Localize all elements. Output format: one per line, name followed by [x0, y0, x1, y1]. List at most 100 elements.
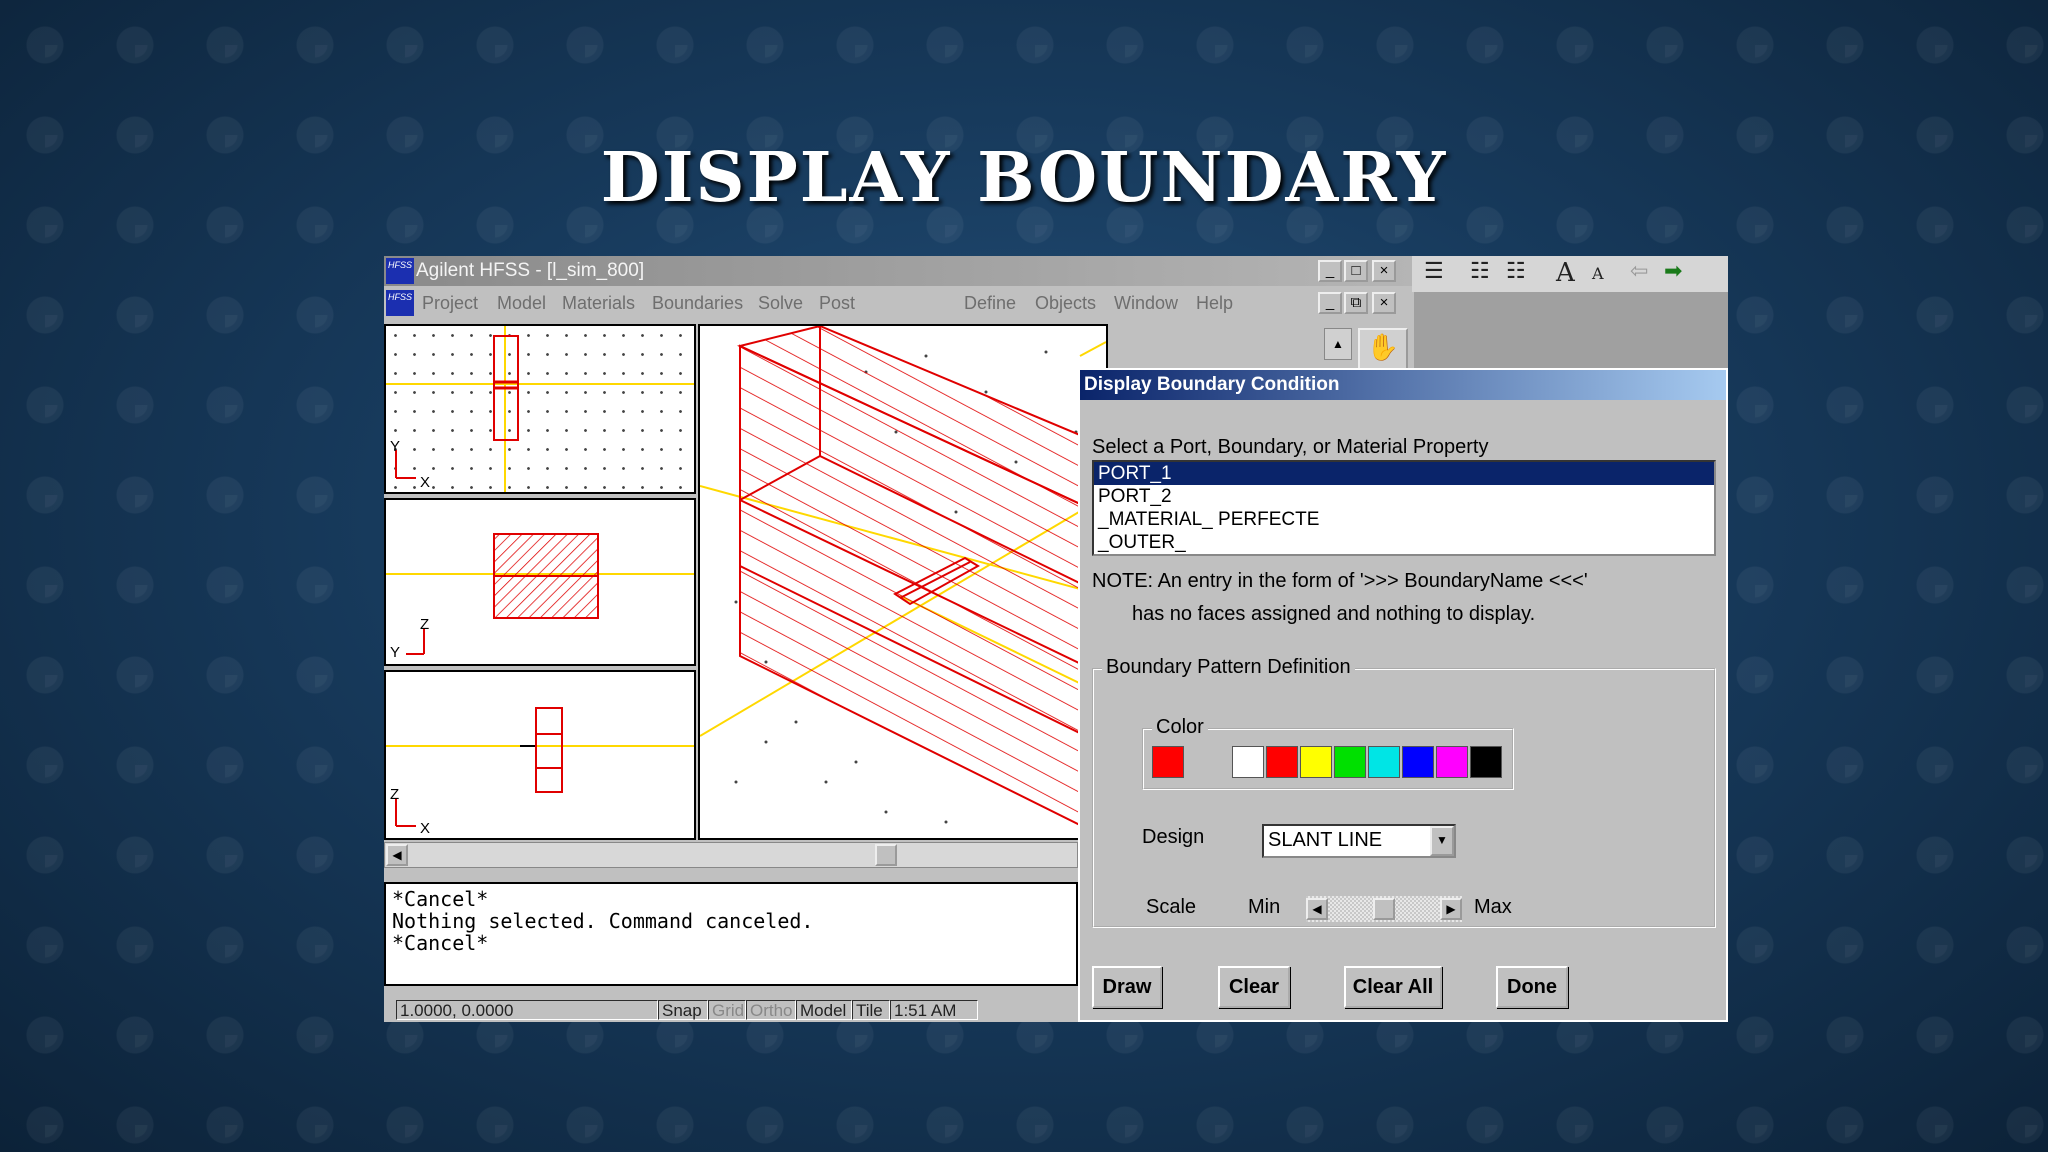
front-view-drawing [386, 707, 694, 827]
palette-green-swatch[interactable] [1334, 746, 1366, 778]
chevron-down-icon[interactable]: ▼ [1430, 826, 1454, 856]
scale-label: Scale [1146, 896, 1197, 918]
status-ortho[interactable]: Ortho [746, 1000, 796, 1020]
doc-restore-button[interactable]: ⧉ [1344, 292, 1368, 314]
formatting-toolbar: ☰ ☷ ☷ A A ⇦ ➡ [1412, 256, 1728, 292]
dialog-title: Display Boundary Condition [1080, 370, 1726, 400]
side-view-drawing [386, 533, 694, 655]
status-model[interactable]: Model [796, 1000, 852, 1020]
scroll-left-icon[interactable]: ◀ [386, 844, 408, 866]
status-snap[interactable]: Snap [658, 1000, 708, 1020]
design-value: SLANT LINE [1268, 829, 1383, 851]
status-bar: 1.0000, 0.0000 Snap Grid Ortho Model Til… [384, 998, 1078, 1022]
palette-yellow-swatch[interactable] [1300, 746, 1332, 778]
draw-button[interactable]: Draw [1092, 966, 1162, 1008]
design-label: Design [1142, 826, 1205, 848]
font-grow-icon[interactable]: A [1556, 258, 1575, 288]
axis-label-x: X [420, 474, 431, 491]
bullet-list-icon[interactable]: ☷ [1506, 258, 1526, 284]
clear-button[interactable]: Clear [1218, 966, 1290, 1008]
palette-black-swatch[interactable] [1470, 746, 1502, 778]
axis-label-y: Y [390, 644, 401, 661]
window-title: Agilent HFSS - [l_sim_800] [416, 260, 645, 281]
menu-project[interactable]: Project [422, 293, 478, 314]
window-titlebar: HFSS Agilent HFSS - [l_sim_800] _ □ × [384, 256, 1412, 286]
doc-close-button[interactable]: × [1372, 292, 1396, 314]
scale-left-icon[interactable]: ◀ [1306, 898, 1328, 920]
top-view-panel[interactable]: Y X [384, 324, 696, 494]
color-label: Color [1152, 716, 1208, 739]
side-view-panel[interactable]: Z Y [384, 498, 696, 666]
hfss-screenshot: HFSS Agilent HFSS - [l_sim_800] _ □ × HF… [384, 256, 1728, 1022]
menu-bar: HFSS Project Model Materials Boundaries … [384, 286, 1412, 320]
boundary-pattern-label: Boundary Pattern Definition [1102, 656, 1355, 679]
list-item-port-1[interactable]: PORT_1 [1094, 462, 1714, 485]
scroll-thumb[interactable] [875, 844, 897, 866]
menu-post[interactable]: Post [819, 293, 855, 314]
menu-boundaries[interactable]: Boundaries [652, 293, 743, 314]
status-coordinates: 1.0000, 0.0000 [396, 1000, 658, 1020]
hand-pan-icon[interactable]: ✋ [1358, 328, 1408, 370]
menu-help[interactable]: Help [1196, 293, 1233, 314]
axis-label-x: X [420, 820, 431, 837]
document-icon[interactable]: HFSS [386, 290, 414, 316]
status-time: 1:51 AM [890, 1000, 978, 1020]
palette-magenta-swatch[interactable] [1436, 746, 1468, 778]
menu-model[interactable]: Model [497, 293, 546, 314]
list-item-outer[interactable]: _OUTER_ [1094, 531, 1714, 554]
console-line: Nothing selected. Command canceled. [392, 909, 814, 933]
3d-view-panel[interactable] [698, 324, 1108, 840]
menu-materials[interactable]: Materials [562, 293, 635, 314]
console-line: *Cancel* [392, 887, 489, 911]
note-line-2: has no faces assigned and nothing to dis… [1132, 603, 1536, 625]
boundary-listbox[interactable]: PORT_1 PORT_2 _MATERIAL_ PERFECTE _OUTER… [1092, 460, 1716, 556]
font-shrink-icon[interactable]: A [1592, 264, 1604, 283]
top-view-drawing [386, 326, 694, 492]
hfss-app-icon: HFSS [386, 258, 414, 284]
display-boundary-dialog: Display Boundary Condition Select a Port… [1078, 368, 1728, 1022]
doc-minimize-button[interactable]: _ [1318, 292, 1342, 314]
status-grid[interactable]: Grid [708, 1000, 746, 1020]
3d-model-drawing [700, 326, 1106, 838]
vertical-scroll-up[interactable]: ▲ [1324, 328, 1352, 360]
menu-solve[interactable]: Solve [758, 293, 803, 314]
close-button[interactable]: × [1372, 260, 1396, 282]
color-group: Color [1142, 716, 1514, 790]
menu-window[interactable]: Window [1114, 293, 1178, 314]
front-view-panel[interactable]: Z X [384, 670, 696, 840]
axis-label-z: Z [390, 786, 400, 803]
list-item-port-2[interactable]: PORT_2 [1094, 485, 1714, 508]
current-color-swatch [1152, 746, 1184, 778]
scale-min-label: Min [1248, 896, 1281, 918]
done-button[interactable]: Done [1496, 966, 1568, 1008]
menu-define[interactable]: Define [964, 293, 1016, 314]
palette-blue-swatch[interactable] [1402, 746, 1434, 778]
minimize-button[interactable]: _ [1318, 260, 1342, 282]
arrow-left-icon[interactable]: ⇦ [1630, 258, 1648, 284]
scale-slider[interactable]: ◀ ▶ [1306, 896, 1462, 922]
menu-objects[interactable]: Objects [1035, 293, 1096, 314]
axis-label-z: Z [420, 616, 430, 633]
axis-label-y: Y [390, 438, 401, 455]
scale-slider-thumb[interactable] [1373, 898, 1395, 920]
boundary-pattern-group: Boundary Pattern Definition Color Design… [1092, 656, 1716, 928]
list-item-material-perfecte[interactable]: _MATERIAL_ PERFECTE [1094, 508, 1714, 531]
numbered-list-icon[interactable]: ☷ [1470, 258, 1490, 284]
align-justify-icon[interactable]: ☰ [1424, 258, 1444, 284]
status-tile[interactable]: Tile [852, 1000, 890, 1020]
slide-title: DISPLAY BOUNDARY [600, 138, 1448, 218]
horizontal-scrollbar[interactable]: ◀ [384, 842, 1078, 868]
console-line: *Cancel* [392, 931, 489, 955]
scale-max-label: Max [1474, 896, 1512, 918]
arrow-right-icon[interactable]: ➡ [1664, 258, 1682, 284]
design-select[interactable]: SLANT LINE ▼ [1262, 824, 1456, 858]
palette-red-swatch[interactable] [1266, 746, 1298, 778]
maximize-button[interactable]: □ [1344, 260, 1368, 282]
note-line-1: NOTE: An entry in the form of '>>> Bound… [1092, 570, 1588, 592]
scale-right-icon[interactable]: ▶ [1440, 898, 1462, 920]
palette-cyan-swatch[interactable] [1368, 746, 1400, 778]
clear-all-button[interactable]: Clear All [1344, 966, 1442, 1008]
command-console[interactable]: *Cancel* Nothing selected. Command cance… [384, 882, 1078, 986]
select-prompt-label: Select a Port, Boundary, or Material Pro… [1092, 436, 1489, 458]
palette-white-swatch[interactable] [1232, 746, 1264, 778]
